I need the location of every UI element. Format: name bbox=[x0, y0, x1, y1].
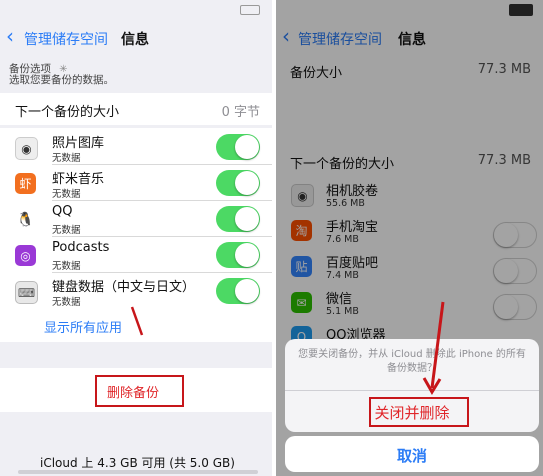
left-screenshot: ‹ 管理储存空间 信息 备份选项 ✳ 选取您要备份的数据。 下一个备份的大小 0… bbox=[0, 0, 272, 476]
delete-backup-button[interactable]: 删除备份 bbox=[107, 382, 159, 401]
action-sheet: 您要关闭备份，并从 iCloud 删除此 iPhone 的所有备份数据？ 关闭并… bbox=[285, 339, 539, 432]
app-list: ◉ 照片图库 无数据 虾 虾米音乐 无数据 🐧 QQ 无数据 ◎ Podcast… bbox=[0, 128, 272, 310]
cancel-sheet[interactable]: 取消 bbox=[285, 436, 539, 472]
camera-icon: ◉ bbox=[15, 137, 38, 160]
back-chevron-icon[interactable]: ‹ bbox=[6, 24, 14, 48]
show-all-link[interactable]: 显示所有应用 bbox=[44, 317, 122, 336]
next-backup-label: 下一个备份的大小 bbox=[15, 105, 120, 120]
back-button[interactable]: 管理储存空间 bbox=[24, 29, 108, 49]
nav-bar: ‹ 管理储存空间 信息 bbox=[0, 20, 272, 56]
section-sub: 选取您要备份的数据。 bbox=[9, 74, 114, 86]
podcasts-icon: ◎ bbox=[15, 245, 36, 266]
cancel-button[interactable]: 取消 bbox=[285, 445, 539, 466]
toggle-photos[interactable] bbox=[216, 134, 260, 160]
page-title: 信息 bbox=[121, 32, 149, 48]
qq-icon: 🐧 bbox=[15, 209, 36, 230]
battery-icon bbox=[240, 5, 260, 15]
storage-footer: iCloud 上 4.3 GB 可用 (共 5.0 GB) bbox=[40, 456, 235, 470]
next-backup-value: 0 字节 bbox=[221, 105, 260, 120]
status-bar bbox=[0, 0, 272, 20]
right-screenshot: ‹ 管理储存空间 信息 备份大小 77.3 MB 下一个备份的大小 77.3 M… bbox=[276, 0, 543, 476]
annotation-arrow bbox=[130, 306, 144, 336]
annotation-arrow bbox=[422, 301, 445, 395]
toggle-xiami[interactable] bbox=[216, 170, 260, 196]
close-and-delete-button[interactable]: 关闭并删除 bbox=[285, 402, 539, 423]
next-backup-row: 下一个备份的大小 0 字节 bbox=[0, 93, 272, 125]
toggle-qq[interactable] bbox=[216, 206, 260, 232]
alert-message: 您要关闭备份，并从 iCloud 删除此 iPhone 的所有备份数据？ bbox=[298, 349, 526, 374]
keyboard-icon: ⌨ bbox=[15, 281, 38, 304]
xiami-icon: 虾 bbox=[15, 173, 36, 194]
storage-bar bbox=[18, 470, 258, 474]
toggle-podcasts[interactable] bbox=[216, 242, 260, 268]
toggle-keyboard[interactable] bbox=[216, 278, 260, 304]
